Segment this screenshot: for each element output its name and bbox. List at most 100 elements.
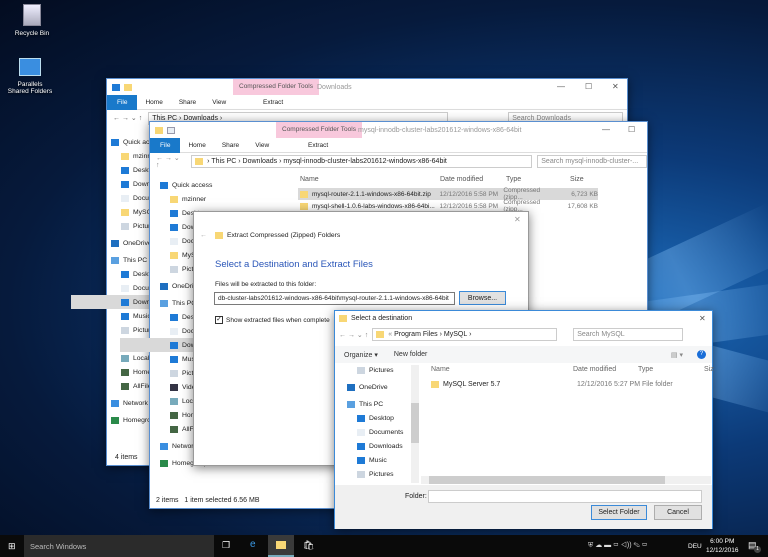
close-button[interactable]: ✕ bbox=[699, 314, 706, 323]
nav-item-documents[interactable]: Documents bbox=[111, 191, 151, 205]
help-icon[interactable]: ? bbox=[697, 350, 706, 359]
organize-button[interactable]: Organize ▾ bbox=[344, 351, 378, 359]
folder-icon bbox=[195, 157, 204, 165]
desktop-icon-parallels-shared-folders[interactable]: Parallels Shared Folders bbox=[5, 58, 55, 95]
maximize-button[interactable]: ☐ bbox=[585, 82, 592, 91]
tab-extract[interactable]: Extract bbox=[300, 142, 336, 149]
nav-item-quick-access[interactable]: Quick access bbox=[160, 178, 280, 192]
tab-share[interactable]: Share bbox=[214, 142, 247, 149]
nav-item-quick-access[interactable]: Quick access bbox=[111, 135, 151, 149]
tab-home[interactable]: Home bbox=[137, 99, 170, 106]
address-bar[interactable]: « Program Files › MySQL › bbox=[372, 328, 558, 341]
nav-item-music[interactable]: Music bbox=[347, 453, 417, 467]
nav-item-desktop[interactable]: Desktop bbox=[111, 267, 151, 281]
tab-share[interactable]: Share bbox=[171, 99, 204, 106]
column-type[interactable]: Type bbox=[638, 366, 653, 373]
start-button[interactable]: ⊞ bbox=[8, 541, 16, 552]
clock[interactable]: 6:00 PM 12/12/2016 bbox=[706, 537, 739, 555]
search-input[interactable]: Search mysql-innodb-cluster-... bbox=[537, 154, 647, 168]
column-size[interactable]: Size bbox=[570, 176, 584, 183]
system-tray-icons[interactable]: ⛨ ☁ ▬ ▭ ◁)) ✎ ▭ bbox=[588, 541, 647, 550]
column-name[interactable]: Name bbox=[300, 176, 319, 183]
compressed-folder-tools-tab[interactable]: Compressed Folder Tools bbox=[276, 122, 362, 138]
edge-icon[interactable]: e bbox=[250, 539, 256, 550]
network-icon bbox=[111, 399, 119, 407]
compressed-folder-tools-tab[interactable]: Compressed Folder Tools bbox=[233, 79, 319, 95]
onedrive-icon bbox=[160, 282, 168, 290]
minimize-button[interactable]: — bbox=[557, 82, 565, 91]
minimize-button[interactable]: — bbox=[602, 125, 610, 134]
nav-item-mzinner[interactable]: mzinner bbox=[111, 149, 151, 163]
tab-home[interactable]: Home bbox=[180, 142, 213, 149]
column-size[interactable]: Siz bbox=[704, 366, 714, 373]
nav-item-home[interactable]: Home bbox=[111, 365, 151, 379]
nav-item-homegroup[interactable]: Homegroup bbox=[111, 413, 151, 427]
close-button[interactable]: ✕ bbox=[612, 82, 619, 91]
file-explorer-icon[interactable] bbox=[268, 535, 294, 557]
nav-scrollbar[interactable] bbox=[411, 365, 419, 483]
nav-item-this-pc[interactable]: This PC bbox=[111, 253, 151, 267]
nav-item-this-pc[interactable]: This PC bbox=[347, 397, 417, 411]
quick-access-toolbar-icon[interactable] bbox=[112, 83, 120, 91]
nav-item-mysql[interactable]: MySQL bbox=[111, 205, 151, 219]
folder-input[interactable] bbox=[428, 490, 702, 503]
nav-pane: Pictures OneDrive This PC Desktop Documents D… bbox=[347, 363, 417, 495]
desktop-icon-recycle-bin[interactable]: Recycle Bin bbox=[7, 4, 57, 37]
nav-item-downloads[interactable]: Downloads bbox=[347, 439, 417, 453]
taskbar: ⊞ Search Windows ❐ e 🛍 ⛨ ☁ ▬ ▭ ◁)) ✎ ▭ D… bbox=[0, 535, 768, 557]
taskbar-search-input[interactable]: Search Windows bbox=[24, 535, 214, 557]
horizontal-scrollbar[interactable] bbox=[421, 476, 711, 484]
destination-path-input[interactable]: db-cluster-labs201612-windows-x86-64bit\… bbox=[214, 292, 455, 305]
music-icon bbox=[170, 355, 178, 363]
allfiles-icon bbox=[170, 425, 178, 433]
dialog-heading: Select a Destination and Extract Files bbox=[215, 259, 373, 270]
nav-item-music[interactable]: Music bbox=[111, 309, 151, 323]
column-date[interactable]: Date modified bbox=[573, 366, 616, 373]
nav-item-documents[interactable]: Documents bbox=[347, 425, 417, 439]
tab-extract[interactable]: Extract bbox=[255, 99, 291, 106]
properties-icon[interactable] bbox=[167, 126, 175, 134]
select-folder-button[interactable]: Select Folder bbox=[591, 505, 647, 520]
downloads-icon bbox=[121, 298, 129, 306]
show-files-checkbox[interactable]: ✓ bbox=[215, 316, 223, 324]
nav-item-downloads[interactable]: Downloads bbox=[71, 295, 151, 309]
address-bar[interactable]: › This PC › Downloads › mysql-innodb-clu… bbox=[191, 154, 533, 168]
browse-button[interactable]: Browse... bbox=[459, 291, 506, 305]
nav-item-local-disk[interactable]: Local Disk bbox=[111, 351, 151, 365]
new-folder-button[interactable]: New folder bbox=[394, 351, 427, 358]
nav-item-pictures[interactable]: Pictures bbox=[111, 219, 151, 233]
back-forward-icon[interactable]: ← → ⌄ ↑ bbox=[150, 154, 191, 169]
nav-item-mzinner[interactable]: mzinner bbox=[160, 192, 280, 206]
back-forward-icon[interactable]: ← → ⌄ ↑ bbox=[107, 114, 148, 122]
column-date[interactable]: Date modified bbox=[440, 176, 483, 183]
list-item[interactable]: MySQL Server 5.7 12/12/2016 5:27 PM File f… bbox=[431, 381, 711, 388]
back-forward-icon[interactable]: ← → ⌄ ↑ bbox=[339, 331, 368, 339]
nav-item-onedrive[interactable]: OneDrive bbox=[111, 236, 151, 250]
cancel-button[interactable]: Cancel bbox=[654, 505, 702, 520]
nav-item-pictures[interactable]: Pictures bbox=[347, 363, 417, 377]
nav-item-network[interactable]: Network bbox=[111, 396, 151, 410]
language-indicator[interactable]: DEU bbox=[688, 543, 702, 550]
local-disk-icon bbox=[121, 354, 129, 362]
maximize-button[interactable]: ☐ bbox=[628, 125, 635, 134]
store-icon[interactable]: 🛍 bbox=[303, 540, 314, 551]
tab-view[interactable]: View bbox=[247, 142, 277, 149]
task-view-icon[interactable]: ❐ bbox=[222, 540, 230, 551]
nav-item-onedrive[interactable]: OneDrive bbox=[347, 380, 417, 394]
back-icon[interactable]: ← bbox=[200, 232, 207, 239]
nav-item-desktop[interactable]: Desktop bbox=[347, 411, 417, 425]
nav-item-documents[interactable]: Documents bbox=[111, 281, 151, 295]
tab-file[interactable]: File bbox=[150, 137, 181, 153]
column-name[interactable]: Name bbox=[431, 366, 450, 373]
nav-item-pictures[interactable]: Pictures bbox=[347, 467, 417, 481]
search-input[interactable]: Search MySQL bbox=[573, 328, 684, 341]
close-button[interactable]: ✕ bbox=[514, 215, 521, 224]
tab-view[interactable]: View bbox=[204, 99, 234, 106]
nav-item-downloads[interactable]: Downloads bbox=[111, 177, 151, 191]
view-options-icon[interactable]: ▤ ▾ bbox=[671, 351, 683, 359]
column-type[interactable]: Type bbox=[506, 176, 521, 183]
nav-item-allfiles[interactable]: AllFiles bbox=[111, 379, 151, 393]
nav-item-desktop[interactable]: Desktop bbox=[111, 163, 151, 177]
tab-file[interactable]: File bbox=[107, 94, 138, 110]
nav-item-pictures[interactable]: Pictures bbox=[111, 323, 151, 337]
